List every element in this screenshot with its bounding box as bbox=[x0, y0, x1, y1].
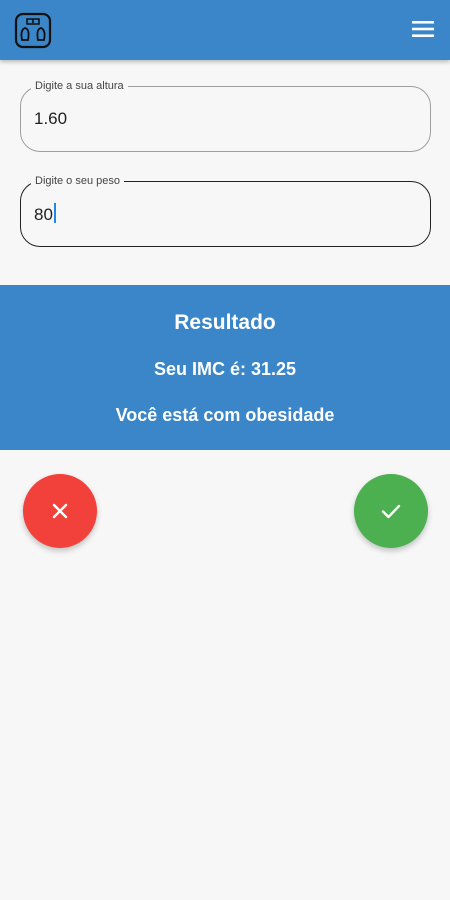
height-field-value[interactable]: 1.60 bbox=[34, 108, 67, 130]
weight-field[interactable]: Digite o seu peso 80 bbox=[20, 174, 431, 247]
result-title: Resultado bbox=[174, 311, 276, 334]
text-cursor bbox=[53, 203, 56, 223]
imc-status-text: Você está com obesidade bbox=[115, 405, 335, 425]
app-bar bbox=[0, 0, 450, 60]
weight-field-value[interactable]: 80 bbox=[34, 205, 53, 224]
calculate-button[interactable] bbox=[354, 474, 428, 548]
imc-value-text: Seu IMC é: 31.25 bbox=[153, 359, 297, 379]
scale-icon bbox=[14, 12, 52, 49]
check-icon bbox=[381, 504, 401, 519]
height-field-label: Digite a sua altura bbox=[31, 79, 128, 93]
clear-button[interactable] bbox=[23, 474, 97, 548]
height-field[interactable]: Digite a sua altura 1.60 bbox=[20, 79, 431, 152]
result-panel: Resultado Seu IMC é: 31.25 Você está com… bbox=[0, 285, 450, 450]
weight-field-label: Digite o seu peso bbox=[31, 174, 124, 188]
weight-field-value-wrap[interactable]: 80 bbox=[34, 203, 56, 226]
menu-icon[interactable] bbox=[410, 16, 436, 42]
close-icon bbox=[52, 503, 68, 519]
